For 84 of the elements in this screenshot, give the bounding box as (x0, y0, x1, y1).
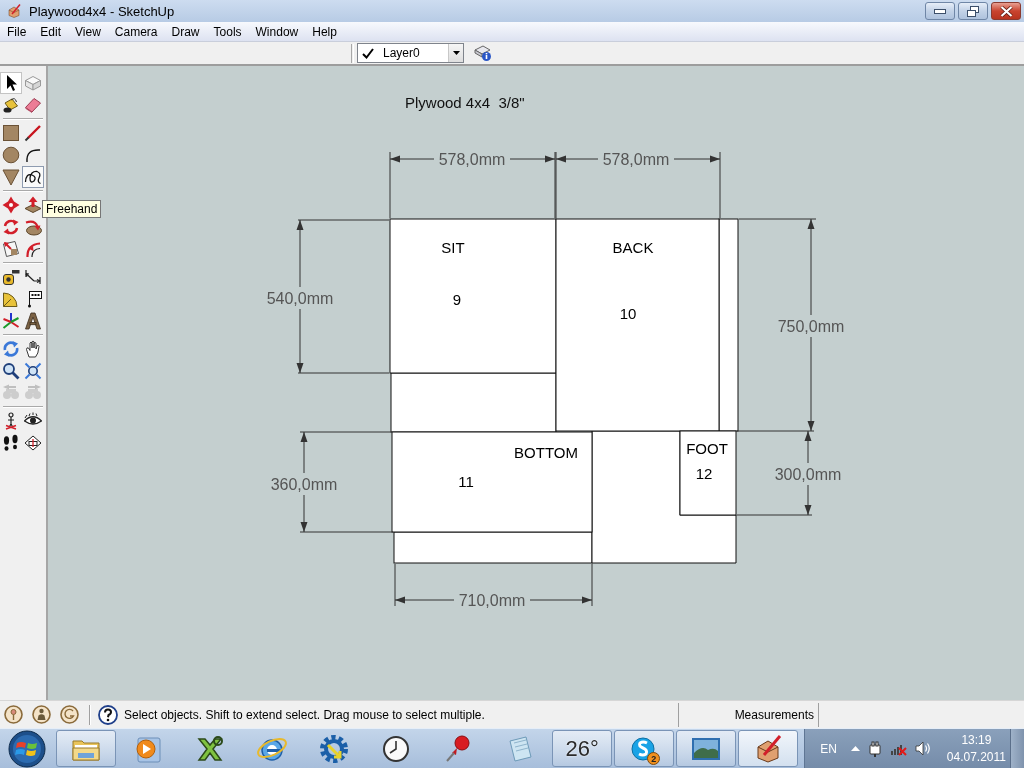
menu-item[interactable]: Camera (107, 22, 165, 41)
speaker-icon[interactable] (914, 741, 931, 756)
menu-item[interactable]: Window (248, 22, 306, 41)
pencil-icon (24, 124, 42, 142)
layer-dropdown[interactable]: Layer0 (357, 43, 464, 63)
panel-label: FOOT (686, 440, 728, 457)
panel-number: 10 (619, 305, 637, 322)
restore-button[interactable] (958, 2, 988, 20)
tooltip: Freehand (42, 200, 102, 218)
binoculars-left-arrow-icon (2, 384, 20, 402)
panel-number: 12 (695, 465, 713, 482)
axes-icon (2, 312, 20, 330)
menu-item[interactable]: Tools (206, 22, 249, 41)
menu-item[interactable]: File (0, 22, 34, 41)
close-button[interactable] (991, 2, 1021, 20)
orbit-icon (2, 340, 20, 358)
menu-item[interactable]: Help (305, 22, 344, 41)
dimension-arrows-icon (24, 268, 42, 286)
help-icon[interactable] (98, 704, 118, 725)
person-icon[interactable] (32, 705, 51, 724)
tool-button[interactable] (22, 360, 44, 382)
notification-badge: 2 (647, 752, 661, 765)
circle-icon (2, 146, 20, 164)
panel-label: BACK (612, 239, 654, 256)
rotate-icon (2, 218, 20, 236)
status-message: Select objects. Shift to extend select. Drag mouse to select multiple. (121, 702, 679, 727)
minimize-icon (934, 8, 946, 14)
four-arrows-icon (2, 196, 20, 214)
offset-arcs-icon (24, 240, 42, 258)
magnifier-icon (2, 362, 20, 380)
paint-bucket-icon (2, 96, 20, 114)
eraser-icon (24, 96, 42, 114)
slab-up-arrow-icon (24, 196, 42, 214)
taskbar-button[interactable]: 26° (552, 730, 613, 767)
tool-button[interactable] (0, 122, 22, 144)
panel-number: 11 (458, 473, 474, 490)
window-title: Playwood4x4 - SketchUp (29, 3, 175, 19)
cube-outline-icon (24, 74, 42, 92)
dimension-label: 578,0mm (602, 150, 670, 168)
minimize-button[interactable] (925, 2, 955, 20)
caret-up-icon[interactable] (850, 746, 860, 751)
power-plug-icon[interactable] (867, 740, 882, 757)
panel-number: 9 (452, 291, 462, 308)
squiggle-icon (24, 168, 42, 186)
tool-button[interactable] (0, 72, 22, 94)
3d-text-icon (24, 312, 42, 330)
g-circle-icon[interactable] (60, 705, 79, 724)
triangle-icon (2, 168, 20, 186)
layers-info-icon[interactable] (474, 44, 492, 62)
dimension-label: 360,0mm (270, 475, 338, 493)
tool-button[interactable] (22, 194, 44, 216)
menu-item[interactable]: Edit (33, 22, 69, 41)
tool-button[interactable] (22, 310, 44, 332)
dimension-label: 540,0mm (266, 289, 334, 307)
panel-label: SIT (441, 239, 465, 256)
measurements-label: Measurements (733, 707, 815, 722)
close-icon (999, 5, 1013, 17)
taskbar-button[interactable]: 2 (614, 730, 675, 767)
protractor-icon (2, 290, 20, 308)
tape-measure-icon (2, 268, 20, 286)
disc-curved-arrow-icon (24, 218, 42, 236)
tool-button[interactable] (0, 360, 22, 382)
tool-button[interactable] (22, 166, 44, 188)
diamond-plane-icon (24, 434, 42, 452)
footprints-icon (2, 434, 20, 452)
caret-down-icon (452, 51, 460, 55)
flag-orb-icon (7, 729, 46, 768)
panel-label: BOTTOM (514, 444, 578, 461)
dimension-label: 750,0mm (777, 317, 845, 335)
dimension-label: 710,0mm (458, 591, 526, 609)
pencil-box-icon (6, 3, 22, 19)
menu-item[interactable]: Draw (164, 22, 207, 41)
checkmark-icon (362, 47, 374, 59)
dimension-label: 300,0mm (774, 465, 842, 483)
hand-icon (24, 340, 42, 358)
drawing-title: Plywood 4x4 3/8" (405, 94, 525, 111)
arc-icon (24, 146, 42, 164)
square-icon (2, 124, 20, 142)
dimension-label: 578,0mm (438, 150, 506, 168)
binoculars-right-arrow-icon (24, 384, 42, 402)
magnifier-arrows-icon (24, 362, 42, 380)
menu-item[interactable]: View (68, 22, 108, 41)
geo-pin-icon[interactable] (4, 705, 23, 724)
restore-icon (967, 5, 979, 17)
